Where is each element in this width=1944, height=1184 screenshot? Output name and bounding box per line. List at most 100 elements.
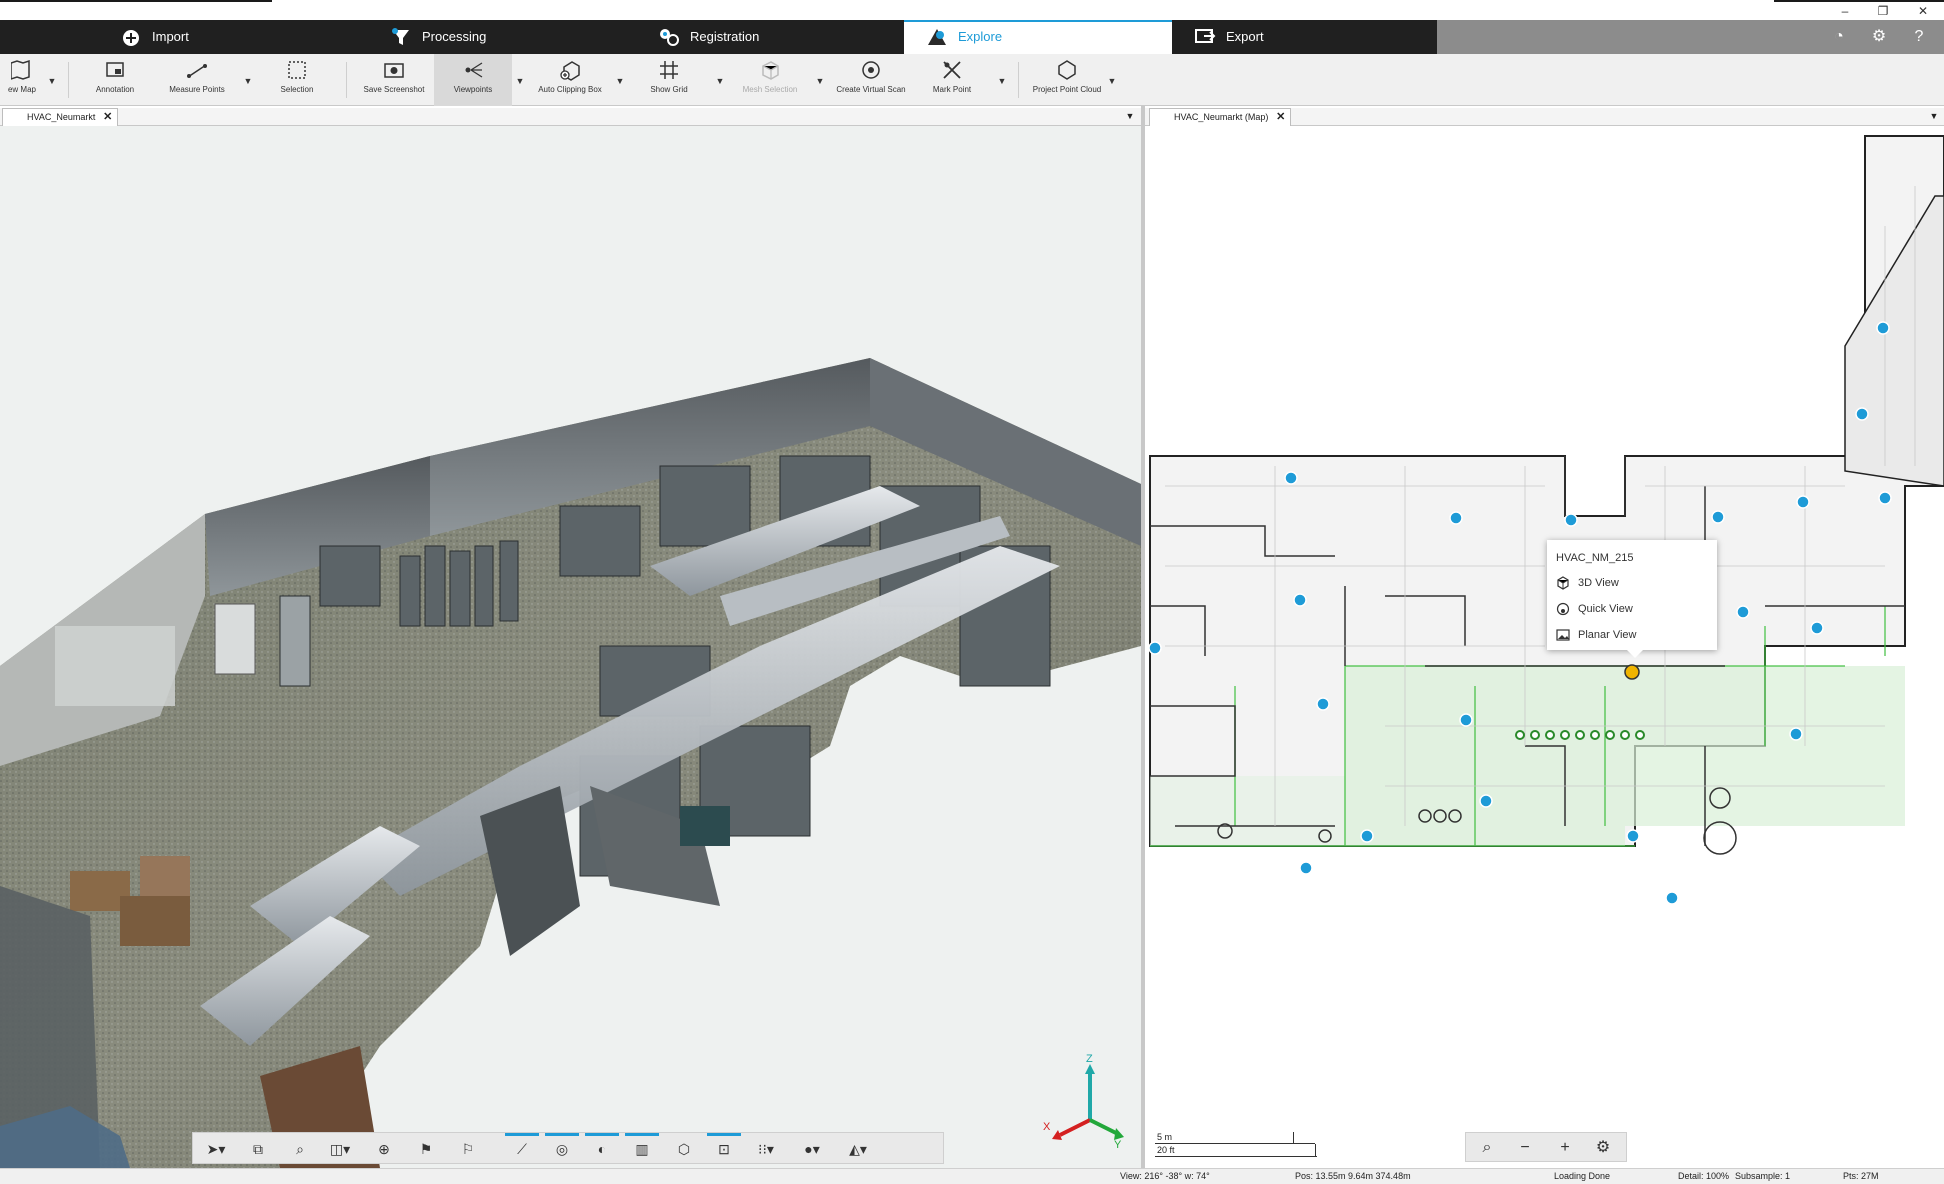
measure-dropdown[interactable]: ▼ [242, 76, 254, 86]
ribbon-tab-bar: Import Processing Registration Explore E… [0, 20, 1944, 54]
projection-icon[interactable]: ◫▾ [323, 1137, 357, 1161]
project-cloud-dropdown[interactable]: ▼ [1106, 76, 1118, 86]
flag-icon[interactable]: ⚑ [409, 1137, 443, 1161]
tab-export[interactable]: Export [1172, 20, 1437, 54]
close-tab-icon[interactable]: ✕ [1276, 109, 1285, 125]
processing-icon [392, 28, 409, 45]
clipping-icon[interactable]: ⟋ [505, 1133, 539, 1161]
help-icon[interactable]: ? [1902, 20, 1936, 54]
window-title-bar: – ❐ ✕ [0, 2, 1944, 20]
popup-planar-view[interactable]: Planar View [1556, 626, 1637, 644]
minimize-icon[interactable]: – [1826, 3, 1864, 19]
map-view-pane[interactable]: HVAC_Neumarkt (Map) ✕ ▼ HVAC_NM_215 3D V… [1145, 108, 1944, 1168]
cube-icon [1557, 576, 1569, 590]
view-map-dropdown[interactable]: ▼ [46, 76, 58, 86]
tab-import[interactable]: Import [98, 20, 368, 54]
scale-metric: 5 m [1157, 1132, 1173, 1142]
restore-icon[interactable]: ❐ [1864, 3, 1902, 19]
mark-point-button[interactable]: Mark Point [918, 54, 986, 106]
columns-icon[interactable]: ▥ [625, 1133, 659, 1161]
screenshot-icon [384, 63, 404, 78]
tab-processing[interactable]: Processing [368, 20, 636, 54]
right-tabs-dropdown[interactable]: ▼ [1928, 111, 1940, 123]
popup-quick-view[interactable]: Quick View [1556, 600, 1633, 618]
tab-hvac-neumarkt[interactable]: HVAC_Neumarkt ✕ [2, 108, 119, 126]
annotation-button[interactable]: Annotation [78, 54, 152, 106]
axis-gizmo: Z X Y [1043, 1053, 1124, 1150]
box-icon[interactable]: ⬡ [667, 1137, 701, 1161]
mesh-selection-button[interactable]: Mesh Selection [730, 54, 810, 106]
save-screenshot-button[interactable]: Save Screenshot [354, 54, 434, 106]
axis-z-label: Z [1086, 1053, 1093, 1065]
mark-point-icon [943, 61, 961, 79]
project-cloud-icon [1058, 60, 1076, 80]
mirror-icon[interactable]: ◐ [585, 1133, 619, 1161]
selection-icon [288, 61, 306, 79]
left-tabs-dropdown[interactable]: ▼ [1124, 111, 1136, 123]
selection-button[interactable]: Selection [262, 54, 332, 106]
project-point-cloud-button[interactable]: Project Point Cloud [1030, 54, 1104, 106]
grid-icon [660, 61, 678, 79]
flag-outline-icon[interactable]: ⚐ [451, 1137, 485, 1161]
image-icon [1556, 629, 1570, 641]
mesh-dropdown[interactable]: ▼ [814, 76, 826, 86]
view-cube-icon[interactable]: ⧉ [241, 1137, 275, 1161]
navigation-mode-icon[interactable]: ➤▾ [199, 1137, 233, 1161]
zoom-out-icon[interactable]: − [1508, 1136, 1542, 1160]
selected-scan-position[interactable] [1624, 664, 1640, 680]
grid-dots-icon[interactable]: ⁝⁝▾ [749, 1137, 783, 1161]
view-tools-bar: ➤▾ ⧉ ⌕ ◫▾ ⊕ ⚑ ⚐ ⟋ ◎ ◐ ▥ ⬡ ⊡ ⁝⁝▾ ●▾ ◭▾ [192, 1132, 944, 1164]
render-mode-icon[interactable]: ◭▾ [841, 1137, 875, 1161]
grid-dropdown[interactable]: ▼ [714, 76, 726, 86]
scale-bar: 5 m 20 ft [1155, 1132, 1317, 1162]
annotation-icon [106, 62, 124, 77]
3d-view-pane[interactable]: HVAC_Neumarkt ✕ ▼ Z X Y ➤▾ ⧉ ⌕ ◫▾ ⊕ ⚑ ⚐ … [0, 108, 1141, 1168]
status-view: View: 216° -38° w: 74° [1120, 1171, 1210, 1181]
tab-import-label: Import [152, 29, 189, 44]
show-grid-button[interactable]: Show Grid [632, 54, 706, 106]
close-tab-icon[interactable]: ✕ [103, 109, 112, 125]
separator [346, 62, 347, 98]
tab-hvac-neumarkt-label: HVAC_Neumarkt [27, 112, 96, 122]
status-subsample: Subsample: 1 [1735, 1171, 1791, 1181]
clipping-dropdown[interactable]: ▼ [614, 76, 626, 86]
separator [1018, 62, 1019, 98]
section-icon[interactable]: ◎ [545, 1133, 579, 1161]
close-icon[interactable]: ✕ [1904, 3, 1942, 19]
left-document-tabbar: HVAC_Neumarkt ✕ ▼ [0, 108, 1141, 126]
zoom-fit-icon[interactable]: ⌕ [283, 1137, 317, 1161]
create-virtual-scan-button[interactable]: Create Virtual Scan [828, 54, 914, 106]
auto-clipping-box-button[interactable]: Auto Clipping Box [530, 54, 610, 106]
zoom-in-icon[interactable]: + [1548, 1136, 1582, 1160]
map-icon [11, 59, 30, 80]
tab-registration-label: Registration [690, 29, 760, 44]
view-map-button[interactable]: ew Map [0, 54, 44, 106]
mark-point-dropdown[interactable]: ▼ [996, 76, 1008, 86]
viewpoints-dropdown[interactable]: ▼ [514, 76, 526, 86]
viewpoints-button[interactable]: Viewpoints [434, 54, 512, 106]
focus-icon[interactable]: ⊡ [707, 1133, 741, 1161]
point-cloud-render[interactable] [0, 126, 1141, 1168]
tab-explore[interactable]: Explore [904, 20, 1172, 54]
status-bar: View: 216° -38° w: 74° Pos: 13.55m 9.64m… [0, 1168, 1944, 1184]
sync-icon[interactable]: ◔ [1822, 20, 1856, 54]
app-window: – ❐ ✕ Import Processing Registration Exp… [0, 0, 1944, 1184]
tab-hvac-neumarkt-map[interactable]: HVAC_Neumarkt (Map) ✕ [1149, 108, 1292, 126]
scan-popup: HVAC_NM_215 3D View Quick View Planar Vi… [1547, 540, 1717, 658]
popup-3d-view[interactable]: 3D View [1556, 574, 1619, 592]
gear-icon[interactable]: ⚙ [1862, 20, 1896, 54]
status-loading: Loading Done [1554, 1171, 1611, 1181]
rotate-center-icon[interactable]: ⊕ [367, 1137, 401, 1161]
measure-icon [187, 64, 207, 78]
tab-registration[interactable]: Registration [636, 20, 904, 54]
floor-plan-map[interactable] [1145, 126, 1944, 1168]
popup-title: HVAC_NM_215 [1556, 552, 1634, 564]
explore-icon [928, 29, 946, 45]
zoom-search-icon[interactable]: ⌕ [1470, 1136, 1504, 1160]
quick-view-icon [1556, 602, 1570, 616]
export-icon [1195, 29, 1216, 43]
map-settings-icon[interactable]: ⚙ [1586, 1136, 1620, 1160]
tab-hvac-neumarkt-map-label: HVAC_Neumarkt (Map) [1174, 112, 1269, 122]
point-color-icon[interactable]: ●▾ [795, 1137, 829, 1161]
measure-points-button[interactable]: Measure Points [155, 54, 239, 106]
